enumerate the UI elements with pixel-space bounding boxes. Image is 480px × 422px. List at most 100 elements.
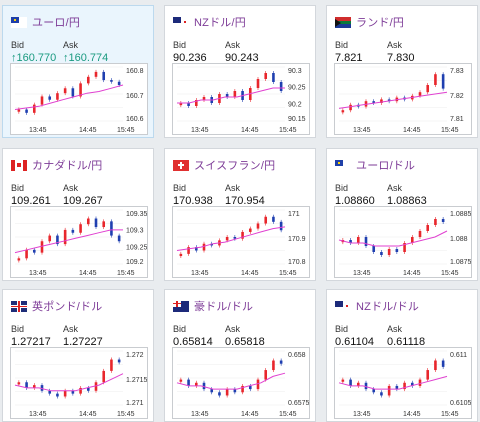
- bid-label: Bid: [11, 40, 25, 50]
- bid-label: Bid: [335, 183, 349, 193]
- y-tick-label: 90.2: [288, 101, 302, 108]
- pair-link[interactable]: カナダドル/円: [32, 157, 102, 173]
- candle: [110, 80, 113, 82]
- mini-chart[interactable]: 1.272 1.2715 1.271 13:45 14:45 15:45: [10, 347, 148, 419]
- candle: [17, 382, 21, 385]
- candle: [56, 93, 59, 100]
- rate-card[interactable]: カナダドル/円 Bid Ask 109.261 109.267 109.35 109.3 10…: [2, 148, 154, 281]
- y-tick-label: 160.8: [126, 68, 144, 75]
- ask-label: Ask: [63, 183, 79, 193]
- candle: [86, 387, 90, 391]
- flag-icon: [173, 16, 189, 28]
- mini-chart[interactable]: 0.658 0.6575 13:45 14:45 15:45: [172, 347, 310, 419]
- pair-link[interactable]: ユーロ/ドル: [356, 157, 415, 173]
- x-tick-label: 13:45: [29, 127, 47, 134]
- y-tick-label: 90.25: [288, 85, 306, 92]
- candle: [441, 360, 445, 367]
- card-header: ユーロ/円: [11, 14, 80, 30]
- flag-icon: [173, 159, 189, 171]
- moving-average-line: [338, 230, 448, 247]
- x-tick-label: 14:45: [79, 411, 97, 418]
- bid-label: Bid: [11, 183, 25, 193]
- candle: [86, 218, 90, 225]
- pair-link[interactable]: 豪ドル/ドル: [194, 298, 253, 314]
- x-tick-label: 15:45: [441, 411, 459, 418]
- candle: [117, 359, 121, 363]
- mini-chart[interactable]: 1.0885 1.088 1.0875 13:45 14:45 15:45: [334, 206, 472, 278]
- pair-link[interactable]: 英ポンド/ドル: [32, 298, 102, 314]
- pair-link[interactable]: スイスフラン/円: [194, 157, 275, 173]
- candle: [356, 237, 360, 243]
- candle: [426, 85, 430, 93]
- candle: [110, 359, 113, 371]
- x-tick-label: 13:45: [29, 411, 47, 418]
- mini-chart[interactable]: 160.8 160.7 160.6 13:45 14:45 15:45: [10, 63, 148, 135]
- candle: [264, 73, 268, 79]
- mini-chart[interactable]: 109.35 109.3 109.25 109.2 13:45 14:45 15:45: [10, 206, 148, 278]
- candle: [71, 88, 75, 97]
- rate-card[interactable]: スイスフラン/円 Bid Ask 170.938 170.954 171 170.9 170.…: [164, 148, 316, 281]
- candle: [364, 237, 368, 246]
- candle: [187, 247, 190, 254]
- y-tick-label: 0.611: [450, 352, 467, 359]
- y-tick-label: 1.272: [126, 352, 144, 359]
- rate-card[interactable]: ユーロ/ドル Bid Ask 1.08860 1.08863 1.0885 1.088 1.0…: [326, 148, 478, 281]
- candle: [349, 379, 352, 386]
- ask-label: Ask: [225, 40, 241, 50]
- ask-label: Ask: [63, 324, 79, 334]
- flag-icon: [11, 159, 27, 171]
- ask-label: Ask: [63, 40, 79, 50]
- card-header: NZドル/円: [173, 14, 246, 30]
- rate-card[interactable]: 英ポンド/ドル Bid Ask 1.27217 1.27227 1.272 1.2715 1.…: [2, 289, 154, 422]
- rate-card[interactable]: ランド/円 Bid Ask 7.821 7.830 7.83 7.82 7.81 13:45 14…: [326, 5, 478, 138]
- moving-average-line: [14, 84, 124, 110]
- candle: [225, 389, 229, 396]
- mini-chart[interactable]: 7.83 7.82 7.81 13:45 14:45 15:45: [334, 63, 472, 135]
- candle: [48, 235, 52, 242]
- candle: [256, 79, 260, 88]
- x-tick-label: 13:45: [29, 270, 47, 277]
- x-tick-label: 14:45: [403, 127, 421, 134]
- candle: [387, 385, 391, 396]
- candle: [341, 379, 345, 382]
- candle: [248, 385, 252, 390]
- x-tick-label: 15:45: [441, 270, 459, 277]
- x-tick-label: 15:45: [117, 411, 135, 418]
- flag-icon: [11, 16, 27, 28]
- candle: [187, 379, 190, 386]
- rate-card[interactable]: NZドル/ドル Bid Ask 0.61104 0.61118 0.611 0.6105 13…: [326, 289, 478, 422]
- pair-link[interactable]: NZドル/円: [194, 14, 246, 30]
- y-tick-label: 1.0875: [450, 259, 471, 266]
- candle: [349, 104, 352, 111]
- mini-chart[interactable]: 0.611 0.6105 13:45 14:45 15:45: [334, 347, 472, 419]
- card-header: NZドル/ドル: [335, 298, 419, 314]
- candle: [71, 229, 75, 233]
- y-tick-label: 7.83: [450, 68, 464, 75]
- candle: [426, 225, 430, 231]
- rate-card[interactable]: ユーロ/円 Bid Ask ↑160.770 ↑160.774 160.8 160.7 160…: [2, 5, 154, 138]
- pair-link[interactable]: NZドル/ドル: [356, 298, 419, 314]
- x-tick-label: 13:45: [353, 270, 371, 277]
- ask-label: Ask: [387, 324, 403, 334]
- x-tick-label: 15:45: [117, 270, 135, 277]
- flag-icon: [173, 300, 189, 312]
- candle: [63, 390, 67, 397]
- pair-link[interactable]: ユーロ/円: [32, 14, 80, 30]
- y-tick-label: 1.271: [126, 400, 144, 407]
- bid-label: Bid: [11, 324, 25, 334]
- candle: [418, 92, 422, 96]
- y-tick-label: 171: [288, 211, 300, 218]
- mini-chart[interactable]: 90.3 90.25 90.2 90.15 13:45 14:45 15:45: [172, 63, 310, 135]
- x-tick-label: 14:45: [241, 411, 259, 418]
- candle: [94, 71, 98, 77]
- candle: [272, 360, 275, 371]
- moving-average-line: [338, 375, 448, 390]
- candle: [117, 81, 121, 85]
- candle: [25, 109, 28, 113]
- pair-link[interactable]: ランド/円: [356, 14, 404, 30]
- card-header: ユーロ/ドル: [335, 157, 415, 173]
- rate-card[interactable]: 豪ドル/ドル Bid Ask 0.65814 0.65818 0.658 0.6575 13:…: [164, 289, 316, 422]
- rate-card[interactable]: NZドル/円 Bid Ask 90.236 90.243 90.3 90.25 90.2 90.…: [164, 5, 316, 138]
- x-tick-label: 15:45: [117, 127, 135, 134]
- mini-chart[interactable]: 171 170.9 170.8 13:45 14:45 15:45: [172, 206, 310, 278]
